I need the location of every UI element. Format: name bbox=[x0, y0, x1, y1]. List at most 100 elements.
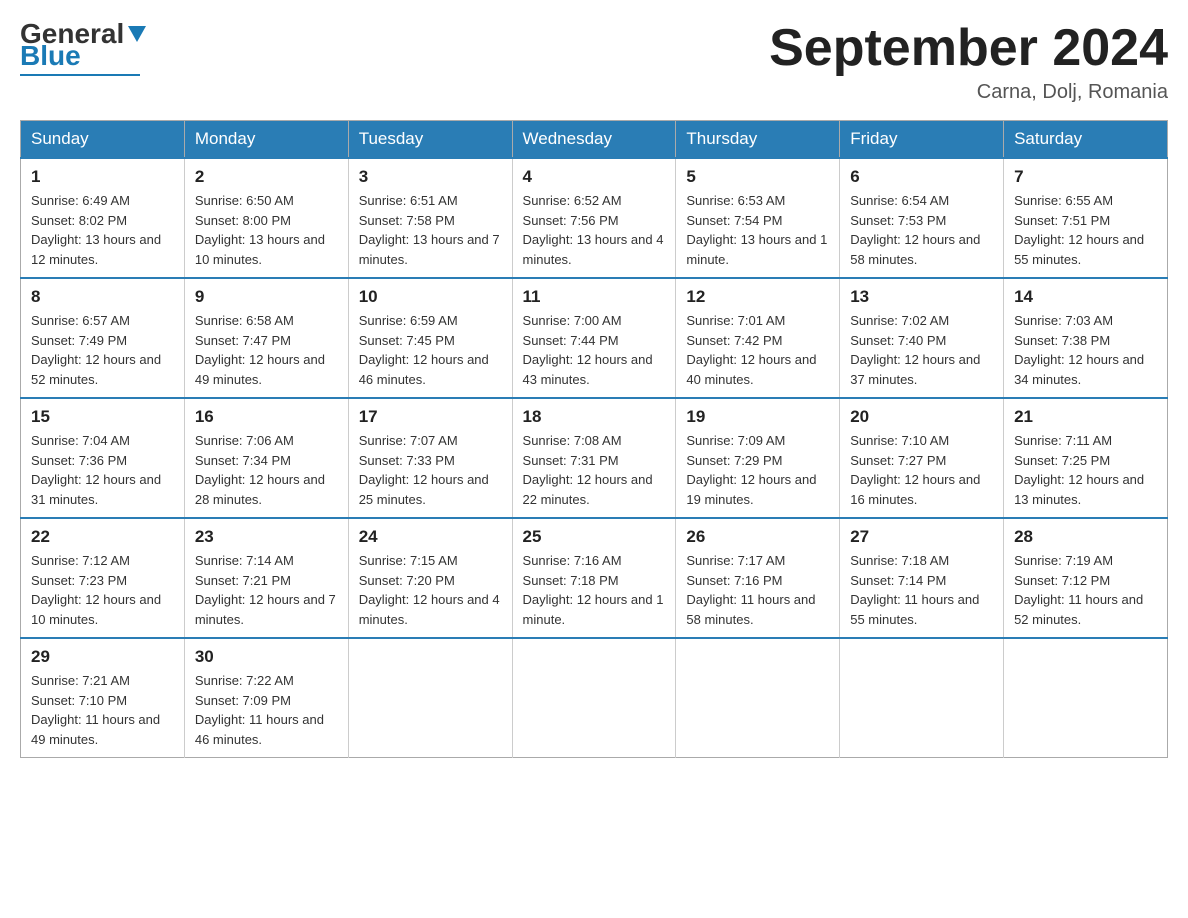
day-number: 4 bbox=[523, 167, 666, 187]
calendar-cell: 27 Sunrise: 7:18 AMSunset: 7:14 PMDayligh… bbox=[840, 518, 1004, 638]
column-header-tuesday: Tuesday bbox=[348, 121, 512, 159]
month-title: September 2024 bbox=[769, 20, 1168, 77]
day-number: 28 bbox=[1014, 527, 1157, 547]
calendar-cell: 22 Sunrise: 7:12 AMSunset: 7:23 PMDayligh… bbox=[21, 518, 185, 638]
calendar-table: SundayMondayTuesdayWednesdayThursdayFrid… bbox=[20, 120, 1168, 758]
day-info: Sunrise: 7:17 AMSunset: 7:16 PMDaylight:… bbox=[686, 551, 829, 629]
calendar-cell bbox=[1004, 638, 1168, 758]
day-info: Sunrise: 7:04 AMSunset: 7:36 PMDaylight:… bbox=[31, 431, 174, 509]
day-number: 22 bbox=[31, 527, 174, 547]
title-section: September 2024 Carna, Dolj, Romania bbox=[769, 20, 1168, 104]
day-number: 8 bbox=[31, 287, 174, 307]
calendar-cell: 12 Sunrise: 7:01 AMSunset: 7:42 PMDayligh… bbox=[676, 278, 840, 398]
day-number: 14 bbox=[1014, 287, 1157, 307]
location-subtitle: Carna, Dolj, Romania bbox=[769, 81, 1168, 104]
day-number: 30 bbox=[195, 647, 338, 667]
column-header-saturday: Saturday bbox=[1004, 121, 1168, 159]
day-number: 21 bbox=[1014, 407, 1157, 427]
day-number: 2 bbox=[195, 167, 338, 187]
calendar-header-row: SundayMondayTuesdayWednesdayThursdayFrid… bbox=[21, 121, 1168, 159]
day-number: 19 bbox=[686, 407, 829, 427]
day-info: Sunrise: 6:59 AMSunset: 7:45 PMDaylight:… bbox=[359, 311, 502, 389]
day-info: Sunrise: 7:16 AMSunset: 7:18 PMDaylight:… bbox=[523, 551, 666, 629]
calendar-cell: 17Sunrise: 7:07 AMSunset: 7:33 PMDayligh… bbox=[348, 398, 512, 518]
day-info: Sunrise: 6:53 AMSunset: 7:54 PMDaylight:… bbox=[686, 191, 829, 269]
day-number: 24 bbox=[359, 527, 502, 547]
day-info: Sunrise: 6:58 AMSunset: 7:47 PMDaylight:… bbox=[195, 311, 338, 389]
logo-underline bbox=[20, 74, 140, 76]
day-info: Sunrise: 7:10 AMSunset: 7:27 PMDaylight:… bbox=[850, 431, 993, 509]
day-info: Sunrise: 7:14 AMSunset: 7:21 PMDaylight:… bbox=[195, 551, 338, 629]
day-info: Sunrise: 7:12 AMSunset: 7:23 PMDaylight:… bbox=[31, 551, 174, 629]
calendar-cell: 2 Sunrise: 6:50 AMSunset: 8:00 PMDaylight… bbox=[184, 158, 348, 278]
calendar-cell: 29Sunrise: 7:21 AMSunset: 7:10 PMDayligh… bbox=[21, 638, 185, 758]
day-info: Sunrise: 6:50 AMSunset: 8:00 PMDaylight:… bbox=[195, 191, 338, 269]
calendar-cell: 10 Sunrise: 6:59 AMSunset: 7:45 PMDayligh… bbox=[348, 278, 512, 398]
day-number: 15 bbox=[31, 407, 174, 427]
calendar-cell: 5Sunrise: 6:53 AMSunset: 7:54 PMDaylight… bbox=[676, 158, 840, 278]
calendar-cell: 26 Sunrise: 7:17 AMSunset: 7:16 PMDayligh… bbox=[676, 518, 840, 638]
calendar-week-row: 15 Sunrise: 7:04 AMSunset: 7:36 PMDayligh… bbox=[21, 398, 1168, 518]
calendar-cell: 4 Sunrise: 6:52 AMSunset: 7:56 PMDaylight… bbox=[512, 158, 676, 278]
day-number: 12 bbox=[686, 287, 829, 307]
calendar-cell: 18Sunrise: 7:08 AMSunset: 7:31 PMDayligh… bbox=[512, 398, 676, 518]
day-info: Sunrise: 6:51 AMSunset: 7:58 PMDaylight:… bbox=[359, 191, 502, 269]
calendar-cell: 23 Sunrise: 7:14 AMSunset: 7:21 PMDayligh… bbox=[184, 518, 348, 638]
day-number: 20 bbox=[850, 407, 993, 427]
calendar-cell: 6Sunrise: 6:54 AMSunset: 7:53 PMDaylight… bbox=[840, 158, 1004, 278]
day-info: Sunrise: 7:08 AMSunset: 7:31 PMDaylight:… bbox=[523, 431, 666, 509]
calendar-cell bbox=[512, 638, 676, 758]
day-number: 29 bbox=[31, 647, 174, 667]
calendar-cell: 15 Sunrise: 7:04 AMSunset: 7:36 PMDayligh… bbox=[21, 398, 185, 518]
day-info: Sunrise: 6:57 AMSunset: 7:49 PMDaylight:… bbox=[31, 311, 174, 389]
day-info: Sunrise: 6:52 AMSunset: 7:56 PMDaylight:… bbox=[523, 191, 666, 269]
calendar-cell bbox=[840, 638, 1004, 758]
day-info: Sunrise: 7:18 AMSunset: 7:14 PMDaylight:… bbox=[850, 551, 993, 629]
day-number: 10 bbox=[359, 287, 502, 307]
calendar-cell: 21 Sunrise: 7:11 AMSunset: 7:25 PMDayligh… bbox=[1004, 398, 1168, 518]
calendar-cell: 7 Sunrise: 6:55 AMSunset: 7:51 PMDaylight… bbox=[1004, 158, 1168, 278]
day-info: Sunrise: 7:06 AMSunset: 7:34 PMDaylight:… bbox=[195, 431, 338, 509]
day-number: 17 bbox=[359, 407, 502, 427]
calendar-cell: 24Sunrise: 7:15 AMSunset: 7:20 PMDayligh… bbox=[348, 518, 512, 638]
page-header: General Blue September 2024 Carna, Dolj,… bbox=[20, 20, 1168, 104]
calendar-cell: 9 Sunrise: 6:58 AMSunset: 7:47 PMDaylight… bbox=[184, 278, 348, 398]
day-info: Sunrise: 7:11 AMSunset: 7:25 PMDaylight:… bbox=[1014, 431, 1157, 509]
column-header-monday: Monday bbox=[184, 121, 348, 159]
day-number: 9 bbox=[195, 287, 338, 307]
calendar-cell: 1Sunrise: 6:49 AMSunset: 8:02 PMDaylight… bbox=[21, 158, 185, 278]
calendar-cell: 14Sunrise: 7:03 AMSunset: 7:38 PMDayligh… bbox=[1004, 278, 1168, 398]
day-info: Sunrise: 7:19 AMSunset: 7:12 PMDaylight:… bbox=[1014, 551, 1157, 629]
calendar-cell: 13 Sunrise: 7:02 AMSunset: 7:40 PMDayligh… bbox=[840, 278, 1004, 398]
day-info: Sunrise: 7:09 AMSunset: 7:29 PMDaylight:… bbox=[686, 431, 829, 509]
calendar-week-row: 8 Sunrise: 6:57 AMSunset: 7:49 PMDaylight… bbox=[21, 278, 1168, 398]
day-number: 26 bbox=[686, 527, 829, 547]
day-number: 13 bbox=[850, 287, 993, 307]
calendar-cell: 16 Sunrise: 7:06 AMSunset: 7:34 PMDayligh… bbox=[184, 398, 348, 518]
calendar-cell: 20 Sunrise: 7:10 AMSunset: 7:27 PMDayligh… bbox=[840, 398, 1004, 518]
day-number: 7 bbox=[1014, 167, 1157, 187]
calendar-cell: 28 Sunrise: 7:19 AMSunset: 7:12 PMDayligh… bbox=[1004, 518, 1168, 638]
calendar-week-row: 1Sunrise: 6:49 AMSunset: 8:02 PMDaylight… bbox=[21, 158, 1168, 278]
logo: General Blue bbox=[20, 20, 148, 76]
day-number: 3 bbox=[359, 167, 502, 187]
column-header-sunday: Sunday bbox=[21, 121, 185, 159]
day-number: 25 bbox=[523, 527, 666, 547]
calendar-cell: 19 Sunrise: 7:09 AMSunset: 7:29 PMDayligh… bbox=[676, 398, 840, 518]
day-info: Sunrise: 6:54 AMSunset: 7:53 PMDaylight:… bbox=[850, 191, 993, 269]
day-info: Sunrise: 7:22 AMSunset: 7:09 PMDaylight:… bbox=[195, 671, 338, 749]
day-info: Sunrise: 7:02 AMSunset: 7:40 PMDaylight:… bbox=[850, 311, 993, 389]
calendar-cell: 11Sunrise: 7:00 AMSunset: 7:44 PMDayligh… bbox=[512, 278, 676, 398]
day-info: Sunrise: 6:55 AMSunset: 7:51 PMDaylight:… bbox=[1014, 191, 1157, 269]
day-info: Sunrise: 6:49 AMSunset: 8:02 PMDaylight:… bbox=[31, 191, 174, 269]
calendar-week-row: 29Sunrise: 7:21 AMSunset: 7:10 PMDayligh… bbox=[21, 638, 1168, 758]
column-header-thursday: Thursday bbox=[676, 121, 840, 159]
day-number: 23 bbox=[195, 527, 338, 547]
logo-blue-text: Blue bbox=[20, 42, 81, 70]
calendar-week-row: 22 Sunrise: 7:12 AMSunset: 7:23 PMDayligh… bbox=[21, 518, 1168, 638]
day-number: 16 bbox=[195, 407, 338, 427]
day-number: 27 bbox=[850, 527, 993, 547]
day-info: Sunrise: 7:01 AMSunset: 7:42 PMDaylight:… bbox=[686, 311, 829, 389]
logo-triangle-icon bbox=[126, 22, 148, 44]
calendar-cell: 3 Sunrise: 6:51 AMSunset: 7:58 PMDaylight… bbox=[348, 158, 512, 278]
